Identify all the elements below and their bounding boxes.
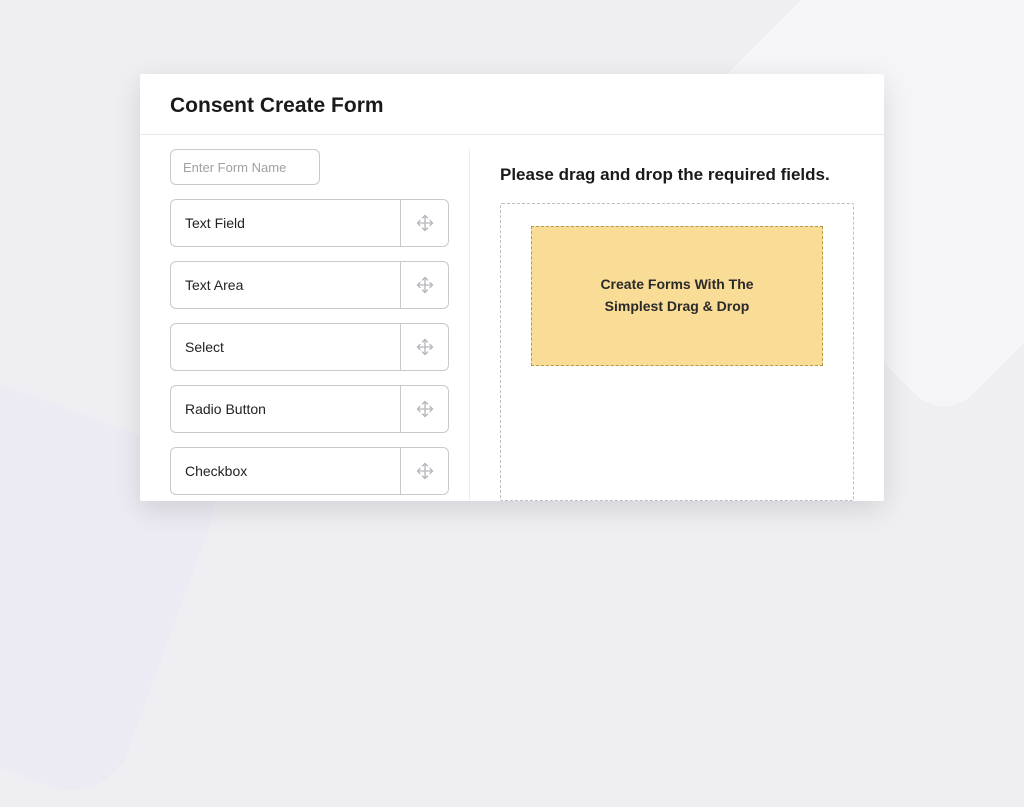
- drag-handle[interactable]: [400, 386, 448, 432]
- form-name-input[interactable]: [170, 149, 320, 185]
- card-body: Text Field Text Area S: [140, 135, 884, 501]
- palette-item-text-field[interactable]: Text Field: [170, 199, 449, 247]
- palette-item-text-area[interactable]: Text Area: [170, 261, 449, 309]
- palette-item-label: Checkbox: [171, 448, 400, 494]
- palette-item-radio-button[interactable]: Radio Button: [170, 385, 449, 433]
- dropzone-panel: Please drag and drop the required fields…: [470, 149, 884, 501]
- palette-item-label: Radio Button: [171, 386, 400, 432]
- palette-item-label: Text Field: [171, 200, 400, 246]
- drag-handle[interactable]: [400, 324, 448, 370]
- palette-item-select[interactable]: Select: [170, 323, 449, 371]
- drag-handle[interactable]: [400, 262, 448, 308]
- move-icon: [415, 461, 435, 481]
- field-palette: Text Field Text Area S: [140, 149, 470, 501]
- drag-handle[interactable]: [400, 200, 448, 246]
- move-icon: [415, 337, 435, 357]
- form-builder-card: Consent Create Form Text Field Text Area: [140, 74, 884, 501]
- dropzone-text: Create Forms With The Simplest Drag & Dr…: [600, 274, 753, 317]
- card-header: Consent Create Form: [140, 74, 884, 135]
- move-icon: [415, 399, 435, 419]
- page-title: Consent Create Form: [170, 94, 854, 118]
- palette-item-label: Text Area: [171, 262, 400, 308]
- drag-handle[interactable]: [400, 448, 448, 494]
- dropzone-inner[interactable]: Create Forms With The Simplest Drag & Dr…: [531, 226, 823, 366]
- dropzone-instruction: Please drag and drop the required fields…: [500, 165, 854, 185]
- dropzone-outer[interactable]: Create Forms With The Simplest Drag & Dr…: [500, 203, 854, 501]
- palette-item-checkbox[interactable]: Checkbox: [170, 447, 449, 495]
- move-icon: [415, 275, 435, 295]
- move-icon: [415, 213, 435, 233]
- palette-item-label: Select: [171, 324, 400, 370]
